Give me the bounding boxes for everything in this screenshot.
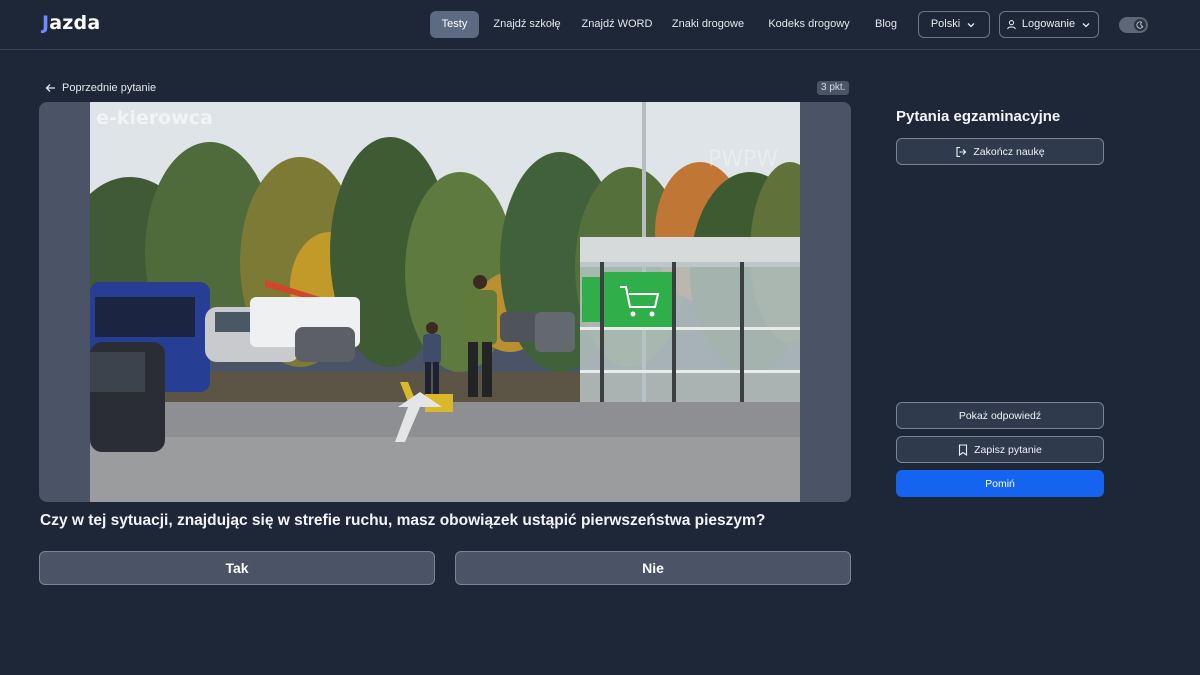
jazda-logo[interactable]: Jazda <box>42 12 100 34</box>
skip-button[interactable]: Pomiń <box>896 470 1104 497</box>
question-media: e-kierowca PWPW <box>39 102 851 502</box>
previous-question-label: Poprzednie pytanie <box>62 82 157 94</box>
save-question-button[interactable]: Zapisz pytanie <box>896 436 1104 463</box>
theme-toggle[interactable] <box>1119 17 1148 33</box>
logout-icon <box>956 146 967 157</box>
chevron-down-icon <box>967 22 975 27</box>
question-photo: e-kierowca PWPW <box>90 102 800 502</box>
question-text: Czy w tej sytuacji, znajdując się w stre… <box>40 512 766 529</box>
shelter <box>580 237 800 402</box>
top-navbar: Jazda Testy Znajdź szkołę Znajdź WORD Zn… <box>0 0 1200 50</box>
user-icon <box>1007 20 1016 30</box>
nav-item-znajdz-szkole[interactable]: Znajdź szkołę <box>488 11 566 38</box>
finish-learning-label: Zakończ naukę <box>973 145 1045 158</box>
skip-label: Pomiń <box>985 477 1015 490</box>
language-select[interactable]: Polski <box>918 11 990 38</box>
language-label: Polski <box>930 18 961 30</box>
answer-nie-button[interactable]: Nie <box>455 551 851 585</box>
arrow-left-icon <box>45 84 55 92</box>
nav-item-znajdz-word[interactable]: Znajdź WORD <box>577 11 657 38</box>
sidebar-title: Pytania egzaminacyjne <box>896 108 1061 125</box>
nav-item-testy[interactable]: Testy <box>430 11 479 38</box>
watermark-left: e-kierowca <box>96 107 213 129</box>
moon-icon <box>1134 19 1146 31</box>
previous-question-link[interactable]: Poprzednie pytanie <box>45 81 156 95</box>
show-answer-button[interactable]: Pokaż odpowiedź <box>896 402 1104 429</box>
nav-item-kodeks-drogowy[interactable]: Kodeks drogowy <box>764 11 854 38</box>
login-label: Logowanie <box>1021 18 1076 30</box>
chevron-down-icon <box>1082 22 1090 27</box>
nav-item-znaki-drogowe[interactable]: Znaki drogowe <box>667 11 749 38</box>
finish-learning-button[interactable]: Zakończ naukę <box>896 138 1104 165</box>
show-answer-label: Pokaż odpowiedź <box>958 409 1042 422</box>
login-menu[interactable]: Logowanie <box>999 11 1099 38</box>
nav-item-blog[interactable]: Blog <box>868 11 904 38</box>
watermark-right: PWPW <box>708 147 778 172</box>
answer-tak-button[interactable]: Tak <box>39 551 435 585</box>
save-question-label: Zapisz pytanie <box>974 443 1042 456</box>
points-badge: 3 pkt. <box>817 81 850 95</box>
bookmark-icon <box>959 443 968 456</box>
